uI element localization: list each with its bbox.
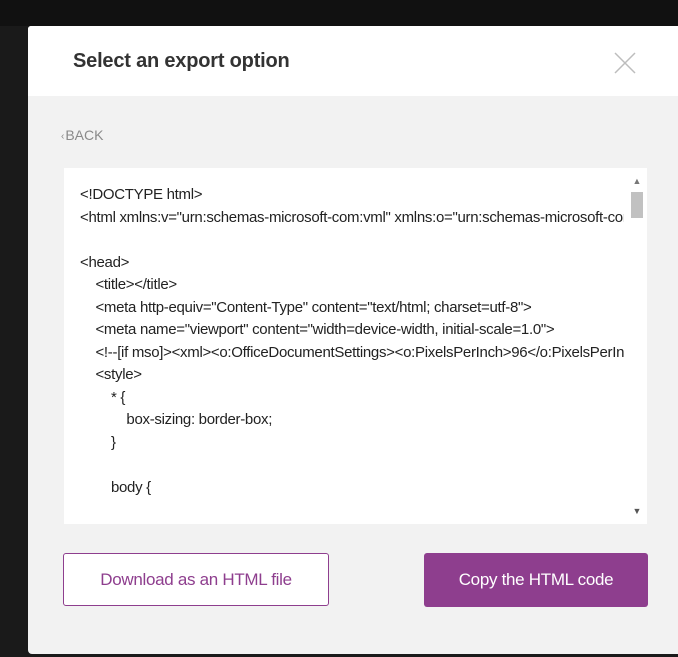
scroll-up-button[interactable]: ▲ — [627, 174, 647, 188]
triangle-up-icon: ▲ — [632, 176, 642, 186]
html-code-text: <!DOCTYPE html> <html xmlns:v="urn:schem… — [80, 186, 624, 496]
html-code-viewer[interactable]: <!DOCTYPE html> <html xmlns:v="urn:schem… — [64, 168, 647, 524]
download-html-button[interactable]: Download as an HTML file — [63, 553, 329, 606]
back-label: BACK — [65, 127, 104, 143]
close-button[interactable] — [608, 46, 642, 80]
backdrop-top — [0, 0, 678, 26]
triangle-down-icon: ▼ — [632, 506, 642, 516]
export-modal: Select an export option ‹BACK <!DOCTYPE … — [28, 26, 678, 654]
modal-title: Select an export option — [73, 50, 290, 72]
modal-header: Select an export option — [28, 26, 678, 96]
code-scrollbar[interactable]: ▲ ▼ — [627, 168, 647, 524]
scroll-down-button[interactable]: ▼ — [627, 504, 647, 518]
back-link[interactable]: ‹BACK — [61, 127, 103, 143]
chevron-left-icon: ‹ — [61, 131, 65, 142]
close-icon — [614, 52, 636, 74]
scroll-thumb[interactable] — [631, 192, 643, 218]
copy-html-button[interactable]: Copy the HTML code — [424, 553, 648, 607]
